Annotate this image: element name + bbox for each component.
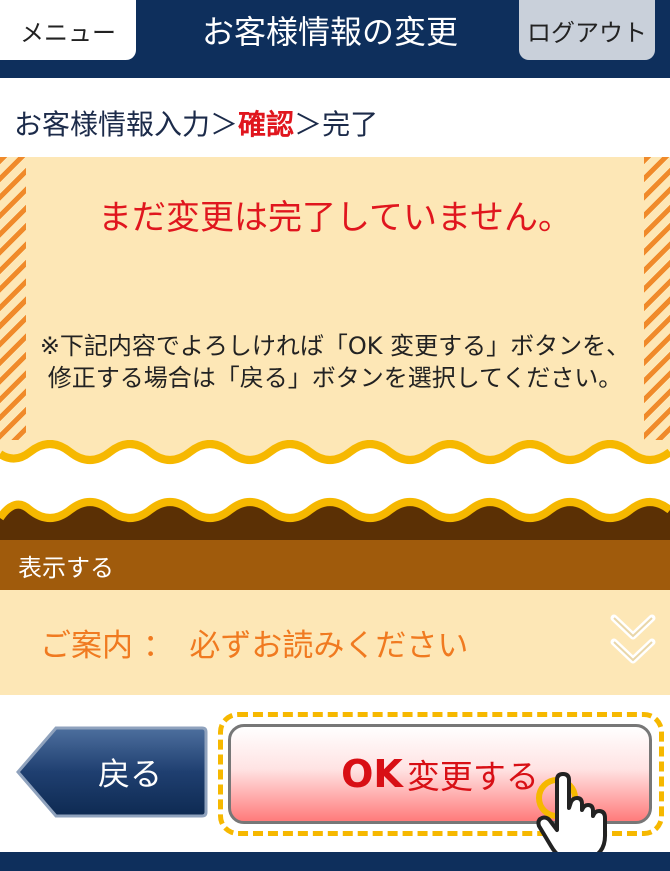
footer-strip <box>0 852 670 871</box>
menu-button[interactable]: メニュー <box>0 0 136 60</box>
notice-body: ※下記内容でよろしければ「OK 変更する」ボタンを、修正する場合は「戻る」ボタン… <box>39 332 631 392</box>
breadcrumb-separator: ＞ <box>210 108 239 141</box>
change-label: 変更する <box>406 757 539 796</box>
guide-label: ご案内 ： 必ずお読みください <box>40 628 469 664</box>
guide-accordion[interactable]: ご案内 ： 必ずお読みください <box>0 590 670 695</box>
display-toggle-bar[interactable]: 表示する <box>0 540 670 590</box>
pointing-hand-icon <box>536 772 607 862</box>
breadcrumb: お客様情報入力＞確認＞完了 <box>14 103 378 143</box>
double-chevron-down-icon[interactable] <box>610 612 656 670</box>
page-title: お客様情報の変更 <box>201 13 458 51</box>
breadcrumb-step-input: お客様情報入力 <box>14 108 211 141</box>
breadcrumb-step-confirm: 確認 <box>238 108 295 141</box>
back-button-label[interactable]: 戻る <box>60 724 200 820</box>
breadcrumb-separator: ＞ <box>294 108 323 141</box>
display-toggle-label: 表示する <box>18 553 114 582</box>
wave-divider <box>0 440 670 540</box>
breadcrumb-step-complete: 完了 <box>322 108 379 141</box>
ok-label: OK <box>341 752 403 796</box>
logout-button[interactable]: ログアウト <box>519 0 655 60</box>
notice-title: まだ変更は完了していません。 <box>98 198 572 238</box>
